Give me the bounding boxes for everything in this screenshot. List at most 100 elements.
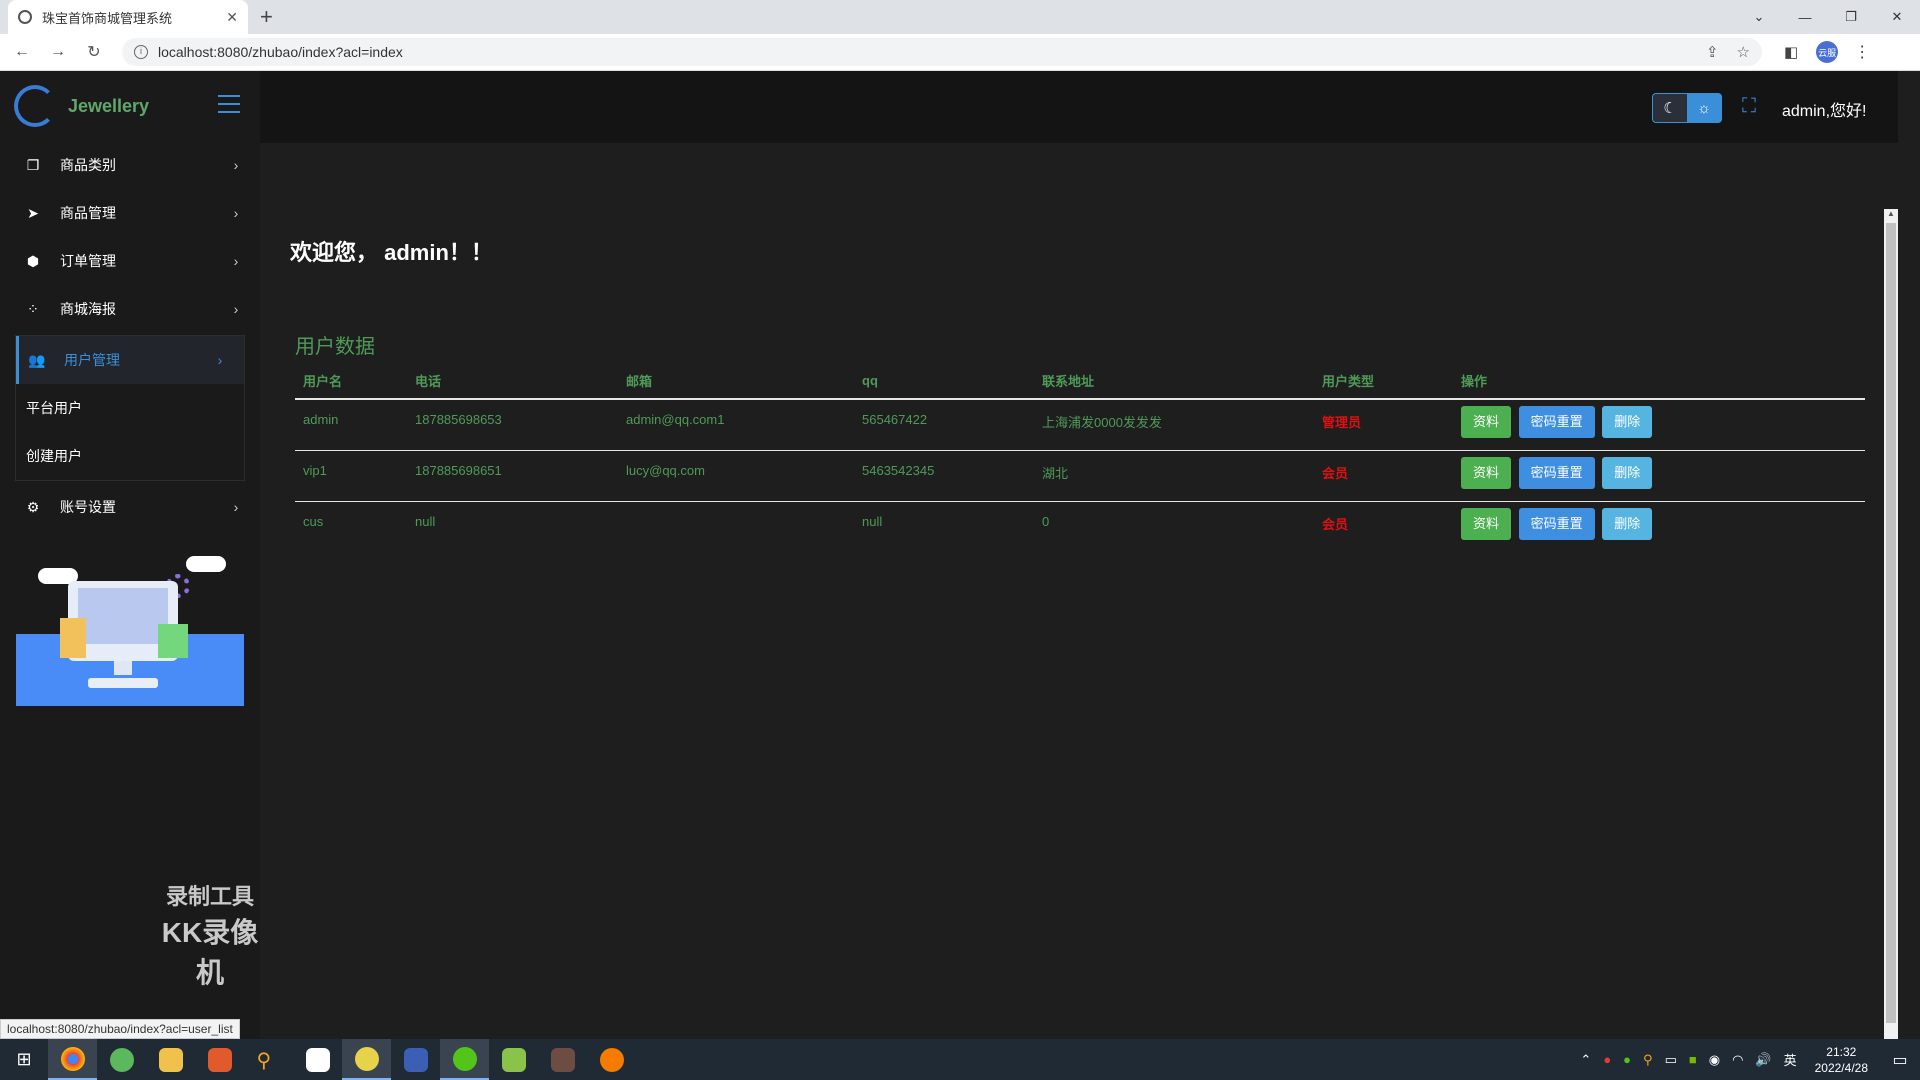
cell-username: vip1 xyxy=(295,450,407,502)
cell-qq: 5463542345 xyxy=(854,450,1034,502)
close-window-icon[interactable]: ✕ xyxy=(1874,0,1920,34)
bookmark-star-icon[interactable]: ☆ xyxy=(1737,43,1750,61)
game-taskbar-icon[interactable] xyxy=(538,1039,587,1080)
scrollbar-thumb[interactable] xyxy=(1886,223,1896,1023)
delete-button[interactable]: 删除 xyxy=(1602,406,1653,438)
menu-toggle-icon[interactable] xyxy=(218,95,240,113)
notification-center-icon[interactable]: ▭ xyxy=(1880,1050,1920,1070)
brand[interactable]: Jewellery xyxy=(14,85,149,127)
profile-avatar[interactable]: 云服 xyxy=(1816,41,1839,63)
sidebar-item-label: 用户管理 xyxy=(64,352,120,368)
back-icon[interactable]: ← xyxy=(8,43,36,61)
sidebar-subitem-create-user[interactable]: 创建用户 xyxy=(16,432,244,480)
column-header: 邮箱 xyxy=(618,363,854,400)
clock-date: 2022/4/28 xyxy=(1814,1060,1868,1075)
side-panel-icon[interactable]: ◧ xyxy=(1784,43,1798,61)
cell-actions: 资料 密码重置 删除 xyxy=(1453,399,1865,451)
search-app-taskbar-icon[interactable]: ⚲ xyxy=(244,1039,293,1080)
tab-title: 珠宝首饰商城管理系统 xyxy=(42,10,173,26)
profile-button[interactable]: 资料 xyxy=(1461,456,1512,489)
sidebar-item-label: 商城海报 xyxy=(60,301,116,317)
cell-address: 湖北 xyxy=(1034,450,1314,502)
sidebar-item-categories[interactable]: ❐ 商品类别 › xyxy=(0,141,260,189)
browser-tab[interactable]: 珠宝首饰商城管理系统 ✕ xyxy=(8,0,248,34)
url-text[interactable]: localhost:8080/zhubao/index?acl=index xyxy=(158,44,1688,60)
cell-email xyxy=(618,501,854,552)
column-header: 用户名 xyxy=(295,363,407,400)
forward-icon[interactable]: → xyxy=(44,43,72,61)
wechat-taskbar-icon[interactable] xyxy=(440,1039,489,1080)
device-tray-icon[interactable]: ▭ xyxy=(1665,1052,1677,1068)
eclipse-taskbar-icon[interactable] xyxy=(342,1039,391,1080)
antivirus-tray-icon[interactable]: ● xyxy=(1603,1052,1611,1067)
cell-role: 会员 xyxy=(1314,450,1453,502)
reset-password-button[interactable]: 密码重置 xyxy=(1518,406,1595,438)
sidebar-subitem-platform-users[interactable]: 平台用户 xyxy=(16,384,244,432)
recorder-watermark: 录制工具 KK录像机 xyxy=(160,879,260,991)
sidebar: Jewellery ❐ 商品类别 › ➤ 商品管理 › ⬢ 订单管理 › ⁘ 商… xyxy=(0,71,260,1039)
browser-toolbar: ← → ↻ i localhost:8080/zhubao/index?acl=… xyxy=(0,34,1920,71)
sun-icon[interactable]: ☼ xyxy=(1687,94,1721,122)
chevron-right-icon: › xyxy=(233,301,239,317)
chevron-right-icon: › xyxy=(233,253,239,269)
file-explorer-taskbar-icon[interactable] xyxy=(146,1039,195,1080)
player-taskbar-icon[interactable] xyxy=(195,1039,244,1080)
scroll-up-icon[interactable]: ▲ xyxy=(1884,209,1898,223)
sidebar-item-account-settings[interactable]: ⚙ 账号设置 › xyxy=(0,483,260,531)
profile-button[interactable]: 资料 xyxy=(1461,406,1512,438)
chevron-right-icon: › xyxy=(217,352,223,368)
chrome-taskbar-icon[interactable] xyxy=(48,1039,97,1080)
qq-tray-icon[interactable]: ◉ xyxy=(1709,1052,1720,1068)
wechat-tray-icon[interactable]: ● xyxy=(1623,1052,1631,1067)
section-title: 用户数据 xyxy=(295,336,375,358)
recorder-taskbar-icon[interactable] xyxy=(587,1039,636,1080)
window-controls: ⌄ — ❐ ✕ xyxy=(1736,0,1920,34)
search-tray-icon[interactable]: ⚲ xyxy=(1643,1052,1653,1068)
windows-start-icon[interactable]: ⊞ xyxy=(0,1039,48,1080)
box-icon: ⬢ xyxy=(26,252,40,269)
reset-password-button[interactable]: 密码重置 xyxy=(1518,456,1595,489)
sidebar-item-posters[interactable]: ⁘ 商城海报 › xyxy=(0,285,260,333)
cell-phone: 187885698651 xyxy=(407,450,618,502)
sidebar-item-products[interactable]: ➤ 商品管理 › xyxy=(0,189,260,237)
vertical-scrollbar[interactable]: ▲ xyxy=(1884,209,1898,1039)
users-table: 用户名 电话 邮箱 qq 联系地址 用户类型 操作 admin 18788569… xyxy=(295,363,1865,552)
fullscreen-icon[interactable]: ⛶ xyxy=(1742,95,1756,118)
ide-taskbar-icon[interactable] xyxy=(391,1039,440,1080)
tab-search-icon[interactable]: ⌄ xyxy=(1736,0,1782,34)
moon-icon[interactable]: ☾ xyxy=(1653,94,1687,122)
address-bar[interactable]: i localhost:8080/zhubao/index?acl=index … xyxy=(122,38,1762,66)
browser-menu-icon[interactable]: ⋮ xyxy=(1854,42,1870,62)
delete-button[interactable]: 删除 xyxy=(1602,507,1653,540)
baidu-netdisk-taskbar-icon[interactable] xyxy=(293,1039,342,1080)
sidebar-item-label: 订单管理 xyxy=(60,253,116,269)
reload-icon[interactable]: ↻ xyxy=(80,42,108,62)
delete-button[interactable]: 删除 xyxy=(1602,456,1653,489)
share-icon[interactable]: ⇪ xyxy=(1706,43,1719,61)
top-header: ☾ ☼ ⛶ admin,您好! xyxy=(260,71,1920,143)
welcome-heading: 欢迎您， admin！！ xyxy=(290,240,493,265)
table-row: vip1 187885698651 lucy@qq.com 5463542345… xyxy=(295,450,1865,502)
wifi-icon[interactable]: ◠ xyxy=(1732,1052,1743,1068)
sidebar-item-orders[interactable]: ⬢ 订单管理 › xyxy=(0,237,260,285)
new-tab-icon[interactable]: + xyxy=(260,4,273,30)
site-info-icon[interactable]: i xyxy=(134,45,148,59)
user-greeting[interactable]: admin,您好! xyxy=(1782,97,1866,121)
nvidia-tray-icon[interactable]: ■ xyxy=(1689,1052,1697,1067)
watermark-line2: KK录像机 xyxy=(161,917,259,988)
reset-password-button[interactable]: 密码重置 xyxy=(1518,507,1595,540)
cell-username: admin xyxy=(295,399,407,451)
sidebar-item-users[interactable]: 👥 用户管理 › xyxy=(16,336,244,384)
minimize-icon[interactable]: — xyxy=(1782,0,1828,34)
theme-toggle[interactable]: ☾ ☼ xyxy=(1652,93,1722,123)
users-icon: 👥 xyxy=(28,351,46,368)
close-tab-icon[interactable]: ✕ xyxy=(226,9,238,26)
taskbar-clock[interactable]: 21:32 2022/4/28 xyxy=(1815,1044,1868,1076)
profile-button[interactable]: 资料 xyxy=(1461,507,1512,540)
restore-icon[interactable]: ❐ xyxy=(1828,0,1874,34)
show-hidden-icons-icon[interactable]: ⌃ xyxy=(1580,1052,1591,1068)
input-method-indicator[interactable]: 英 xyxy=(1784,1050,1797,1069)
notepad-taskbar-icon[interactable] xyxy=(489,1039,538,1080)
volume-icon[interactable]: 🔊 xyxy=(1755,1052,1771,1068)
leaf-app-taskbar-icon[interactable] xyxy=(97,1039,146,1080)
